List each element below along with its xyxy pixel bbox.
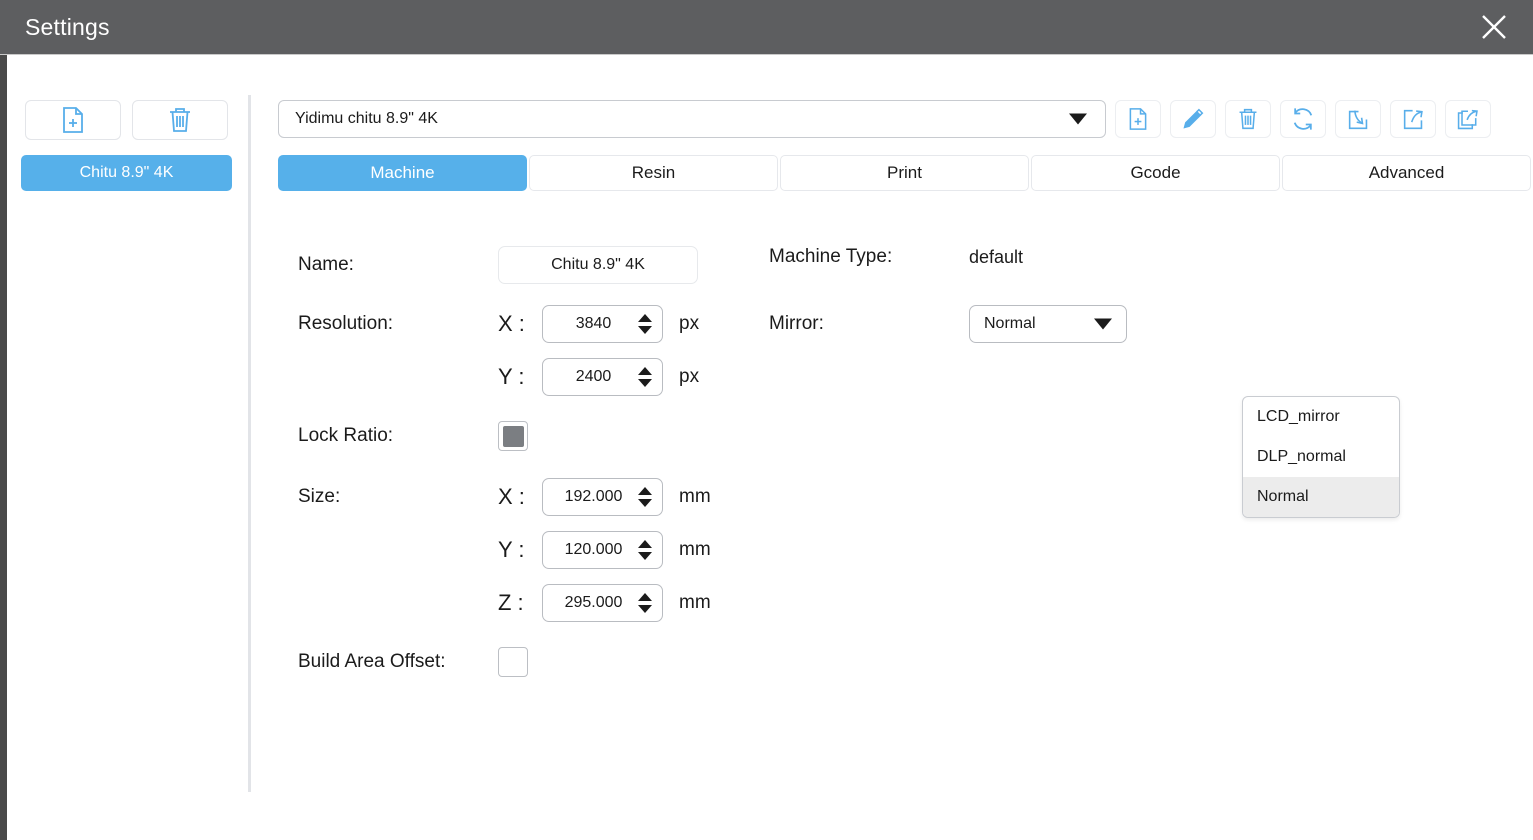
size-z-input[interactable]: 295.000: [542, 584, 663, 622]
sidebar-item-label: Chitu 8.9" 4K: [79, 164, 174, 181]
resolution-x-input[interactable]: 3840: [542, 305, 663, 343]
field-machine-type: Machine Type: default: [769, 246, 1023, 268]
profile-toolbar: Yidimu chitu 8.9" 4K: [278, 100, 1491, 138]
resolution-y-value: 2400: [575, 368, 612, 385]
mirror-option-dlp-normal[interactable]: DLP_normal: [1243, 437, 1399, 477]
add-profile-button[interactable]: [25, 100, 121, 140]
export-button[interactable]: [1390, 100, 1436, 138]
tab-print-label: Print: [887, 163, 922, 182]
tab-resin[interactable]: Resin: [529, 155, 778, 191]
chevron-down-icon: [1094, 318, 1112, 330]
size-x-input[interactable]: 192.000: [542, 478, 663, 516]
build-area-offset-label: Build Area Offset:: [298, 651, 446, 672]
size-y-stepper[interactable]: [638, 540, 652, 560]
field-build-area-offset: Build Area Offset:: [298, 647, 528, 677]
settings-panel: Yidimu chitu 8.9" 4K Machine Resin Print…: [272, 56, 1533, 840]
settings-window: Settings Chitu 8.9" 4K Yidimu chitu 8.9"…: [0, 0, 1533, 840]
mirror-select[interactable]: Normal: [969, 305, 1127, 343]
tab-machine-label: Machine: [370, 163, 435, 182]
field-resolution-x: Resolution: X : 3840 px: [298, 305, 699, 343]
mirror-dropdown-list: LCD_mirror DLP_normal Normal: [1242, 396, 1400, 518]
size-y-unit: mm: [679, 539, 711, 560]
size-x-stepper[interactable]: [638, 487, 652, 507]
new-button[interactable]: [1115, 100, 1161, 138]
tab-advanced-label: Advanced: [1368, 163, 1445, 182]
import-button[interactable]: [1335, 100, 1381, 138]
mirror-option-normal[interactable]: Normal: [1243, 477, 1399, 517]
size-x-value: 192.000: [564, 488, 623, 505]
delete-button[interactable]: [1225, 100, 1271, 138]
machine-type-value: default: [969, 246, 1024, 267]
tab-gcode-label: Gcode: [1130, 163, 1181, 182]
export-all-button[interactable]: [1445, 100, 1491, 138]
tab-machine[interactable]: Machine: [278, 155, 527, 191]
resolution-y-stepper[interactable]: [638, 367, 652, 387]
size-z-stepper[interactable]: [638, 593, 652, 613]
settings-body: Chitu 8.9" 4K Yidimu chitu 8.9" 4K Machi…: [7, 56, 1533, 840]
tab-gcode[interactable]: Gcode: [1031, 155, 1280, 191]
resolution-x-value: 3840: [575, 315, 612, 332]
field-size-y: Y : 120.000 mm: [298, 531, 711, 569]
field-name: Name: Chitu 8.9" 4K: [298, 246, 698, 284]
mirror-option-label: Normal: [1257, 488, 1309, 505]
size-z-value: 295.000: [564, 594, 623, 611]
size-y-axis-label: Y :: [498, 537, 525, 562]
mirror-option-label: LCD_mirror: [1257, 408, 1340, 425]
machine-type-label: Machine Type:: [769, 246, 893, 267]
settings-tabs: Machine Resin Print Gcode Advanced: [278, 155, 1531, 191]
mirror-label: Mirror:: [769, 313, 824, 334]
resolution-x-unit: px: [679, 313, 700, 334]
size-label: Size:: [298, 486, 341, 507]
chevron-down-icon: [1069, 113, 1087, 125]
size-z-unit: mm: [679, 592, 711, 613]
title-bar: Settings: [0, 0, 1533, 55]
mirror-select-value: Normal: [984, 315, 1036, 332]
field-lock-ratio: Lock Ratio:: [298, 421, 528, 451]
close-icon[interactable]: [1471, 4, 1517, 50]
mirror-option-label: DLP_normal: [1257, 448, 1346, 465]
size-x-axis-label: X :: [498, 484, 525, 509]
profile-select-value: Yidimu chitu 8.9" 4K: [295, 110, 438, 127]
tab-advanced[interactable]: Advanced: [1282, 155, 1531, 191]
size-x-unit: mm: [679, 486, 711, 507]
size-y-input[interactable]: 120.000: [542, 531, 663, 569]
resolution-x-stepper[interactable]: [638, 314, 652, 334]
tab-resin-label: Resin: [631, 163, 676, 182]
lock-ratio-checkbox[interactable]: [498, 421, 528, 451]
field-size-z: Z : 295.000 mm: [298, 584, 711, 622]
resolution-label: Resolution:: [298, 313, 394, 334]
mirror-option-lcd-mirror[interactable]: LCD_mirror: [1243, 397, 1399, 437]
size-z-axis-label: Z :: [498, 590, 524, 615]
resolution-y-unit: px: [679, 366, 700, 387]
sidebar-item-chitu-89-4k[interactable]: Chitu 8.9" 4K: [21, 155, 232, 191]
page-title: Settings: [25, 13, 110, 40]
lock-ratio-label: Lock Ratio:: [298, 425, 394, 446]
size-y-value: 120.000: [564, 541, 623, 558]
delete-profile-button[interactable]: [132, 100, 228, 140]
field-size-x: Size: X : 192.000 mm: [298, 478, 711, 516]
field-mirror: Mirror: Normal: [769, 305, 1127, 343]
build-area-offset-checkbox[interactable]: [498, 647, 528, 677]
profile-select[interactable]: Yidimu chitu 8.9" 4K: [278, 100, 1106, 138]
field-resolution-y: Y : 2400 px: [298, 358, 699, 396]
resolution-y-axis-label: Y :: [498, 364, 525, 389]
resolution-x-axis-label: X :: [498, 311, 525, 336]
refresh-button[interactable]: [1280, 100, 1326, 138]
sidebar-divider: [248, 95, 251, 792]
resolution-y-input[interactable]: 2400: [542, 358, 663, 396]
name-input[interactable]: Chitu 8.9" 4K: [498, 246, 698, 284]
sidebar-button-row: [25, 100, 228, 140]
profile-sidebar: Chitu 8.9" 4K: [7, 56, 248, 840]
edit-button[interactable]: [1170, 100, 1216, 138]
name-label: Name:: [298, 254, 354, 275]
tab-print[interactable]: Print: [780, 155, 1029, 191]
